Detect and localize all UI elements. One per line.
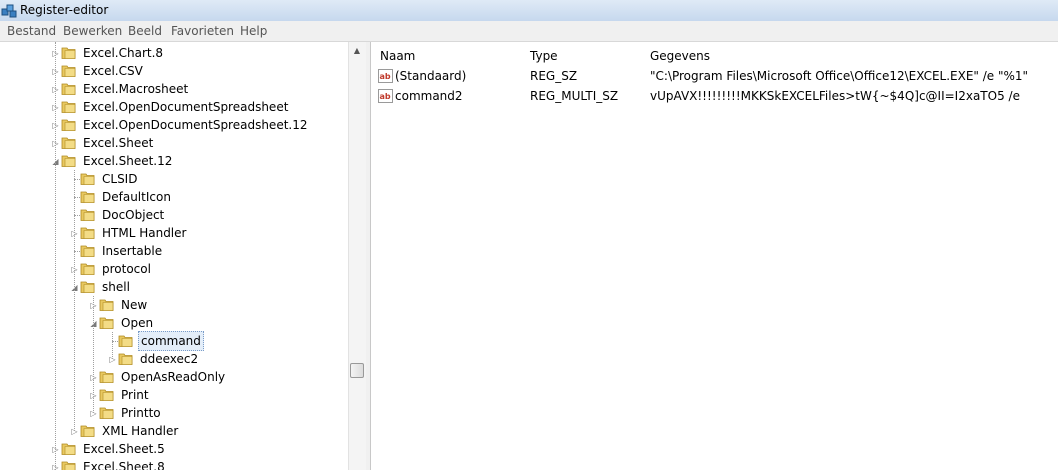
folder-icon — [61, 65, 76, 77]
tree-item-label: Excel.OpenDocumentSpreadsheet — [83, 100, 289, 114]
value-name: command2 — [395, 89, 463, 103]
tree-item-label: Excel.OpenDocumentSpreadsheet.12 — [83, 118, 308, 132]
folder-icon — [99, 407, 114, 419]
value-type: REG_MULTI_SZ — [530, 89, 619, 103]
folder-icon — [99, 317, 114, 329]
value-data: "C:\Program Files\Microsoft Office\Offic… — [650, 69, 1029, 83]
value-type: REG_SZ — [530, 69, 578, 83]
folder-icon — [118, 353, 133, 365]
folder-icon — [61, 101, 76, 113]
values-list[interactable]: Naam Type Gegevens ab (Standaard) REG_SZ "C… — [370, 42, 1058, 470]
folder-icon — [80, 425, 95, 437]
registry-editor-icon — [1, 4, 17, 18]
folder-icon — [61, 155, 76, 167]
tree-item-label: XML Handler — [102, 424, 179, 438]
tree-item-label: Insertable — [102, 244, 163, 258]
tree-item-label: Excel.CSV — [83, 64, 143, 78]
tree-item-label: Printto — [121, 406, 161, 420]
menu-help[interactable]: Help — [240, 24, 267, 38]
tree-item-label: CLSID — [102, 172, 138, 186]
menu-bewerken[interactable]: Bewerken — [63, 24, 122, 38]
column-header-naam[interactable]: Naam — [371, 45, 524, 68]
tree-connector — [93, 296, 94, 413]
tree-item-label: ddeexec2 — [140, 352, 199, 366]
scrollbar-thumb[interactable] — [350, 363, 364, 378]
tree-item-label: Print — [121, 388, 149, 402]
value-data: vUpAVX!!!!!!!!!MKKSkEXCELFiles>tW{~$4Q]c… — [650, 89, 1020, 103]
tree-item-label: New — [121, 298, 148, 312]
column-header-type[interactable]: Type — [521, 45, 642, 68]
window-title: Register-editor — [20, 3, 109, 17]
value-row[interactable]: ab (Standaard) REG_SZ "C:\Program Files\Mic… — [371, 67, 1058, 86]
tree-item-label: Open — [121, 316, 154, 330]
folder-icon — [61, 443, 76, 455]
svg-text:ab: ab — [380, 92, 391, 101]
column-header-gegevens[interactable]: Gegevens — [641, 45, 1058, 68]
title-bar: Register-editor — [0, 0, 1058, 21]
folder-icon — [99, 299, 114, 311]
registry-key-tree[interactable]: Excel.Chart.8 ▷ Excel.CSV ▷ Excel.Macrosheet… — [0, 42, 348, 470]
menu-beeld[interactable]: Beeld — [128, 24, 162, 38]
folder-icon — [80, 263, 95, 275]
folder-icon — [80, 191, 95, 203]
tree-item-label: Excel.Sheet — [83, 136, 154, 150]
folder-icon — [99, 371, 114, 383]
value-row[interactable]: ab command2 REG_MULTI_SZ vUpAVX!!!!!!!!!MKK… — [371, 87, 1058, 106]
tree-item-label: Excel.Sheet.5 — [83, 442, 165, 456]
tree-vertical-scrollbar[interactable]: ▲ — [348, 42, 366, 470]
folder-icon — [61, 461, 76, 470]
tree-item-label: DocObject — [102, 208, 165, 222]
tree-item-label: Excel.Sheet.8 — [83, 460, 165, 470]
folder-icon — [118, 335, 133, 347]
string-value-icon: ab — [378, 89, 393, 103]
folder-icon — [61, 47, 76, 59]
folder-icon — [61, 83, 76, 95]
tree-item-label: Excel.Chart.8 — [83, 46, 164, 60]
tree-item-label: OpenAsReadOnly — [121, 370, 226, 384]
folder-icon — [80, 227, 95, 239]
scroll-up-arrow-icon[interactable]: ▲ — [351, 45, 363, 57]
tree-item-label: shell — [102, 280, 130, 294]
tree-connector — [112, 332, 113, 359]
value-name: (Standaard) — [395, 69, 467, 83]
folder-icon — [80, 281, 95, 293]
folder-icon — [99, 389, 114, 401]
tree-item-label: protocol — [102, 262, 151, 276]
tree-item-label: HTML Handler — [102, 226, 187, 240]
tree-item-label: command — [138, 331, 204, 351]
menu-favorieten[interactable]: Favorieten — [171, 24, 234, 38]
folder-icon — [80, 245, 95, 257]
tree-item-label: DefaultIcon — [102, 190, 171, 204]
tree-connector — [55, 42, 56, 470]
tree-item-label: Excel.Sheet.12 — [83, 154, 173, 168]
string-value-icon: ab — [378, 69, 393, 83]
tree-connector — [74, 170, 75, 431]
folder-icon — [61, 137, 76, 149]
tree-item-label: Excel.Macrosheet — [83, 82, 189, 96]
menu-bar: Bestand Bewerken Beeld Favorieten Help — [0, 22, 1058, 42]
folder-icon — [80, 209, 95, 221]
folder-icon — [61, 119, 76, 131]
svg-text:ab: ab — [380, 72, 391, 81]
folder-icon — [80, 173, 95, 185]
menu-bestand[interactable]: Bestand — [7, 24, 56, 38]
